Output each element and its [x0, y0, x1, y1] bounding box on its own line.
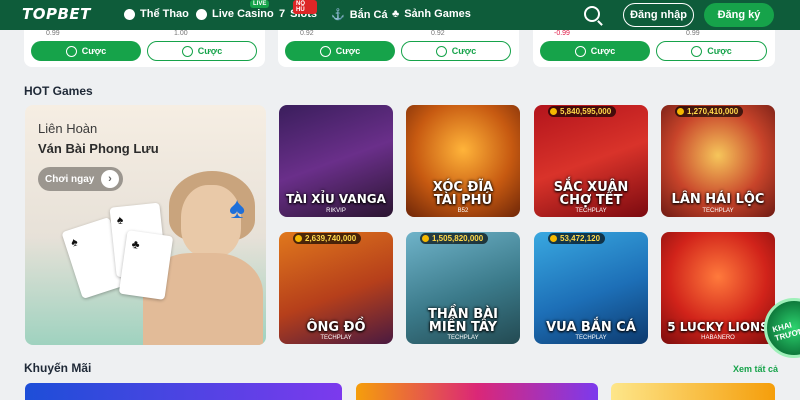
register-button[interactable]: Đăng ký: [704, 3, 774, 27]
bet-label: Cược: [451, 46, 477, 56]
hot-games-title: HOT Games: [24, 84, 93, 98]
jackpot-counter: 5,840,595,000: [548, 106, 617, 117]
coin-icon: [65, 45, 77, 57]
promotion-card[interactable]: [356, 383, 598, 400]
no-hu-badge: NỔ HŨ: [293, 0, 318, 14]
bet-button[interactable]: Cược: [31, 41, 141, 61]
spade-icon: ♠: [116, 212, 124, 228]
coin-icon: [319, 45, 331, 57]
live-badge: LIVE: [250, 0, 270, 8]
coin-icon: [691, 45, 703, 57]
game-name: 5 LUCKY LIONS: [667, 320, 769, 334]
fish-icon: ⚓: [331, 9, 345, 21]
coin-icon: [574, 45, 586, 57]
game-name: VUA BẮN CÁ: [546, 320, 636, 335]
coin-icon: [435, 45, 447, 57]
odd-value: 0.92: [431, 30, 445, 37]
chevron-right-icon: ›: [101, 170, 119, 188]
floating-badge-text: KHAI TRƯƠNG: [771, 320, 800, 343]
promo-line-2: Ván Bài Phong Lưu: [38, 141, 159, 156]
game-tile[interactable]: XÓC ĐĨA TÀI PHÚ B52: [406, 105, 520, 217]
search-icon[interactable]: [584, 6, 600, 22]
bet-button[interactable]: Cược: [147, 41, 257, 61]
promotions-title: Khuyến Mãi: [24, 361, 92, 375]
bet-button[interactable]: Cược: [540, 41, 650, 61]
casino-chip-icon: [196, 8, 207, 20]
odd-value: 1.00: [174, 30, 188, 37]
game-tile[interactable]: 5 LUCKY LIONS HABANERO: [661, 232, 775, 344]
game-tile[interactable]: 53,472,120 VUA BẮN CÁ TECHPLAY: [534, 232, 648, 344]
odd-value: 0.99: [46, 30, 60, 37]
game-provider: TECHPLAY: [447, 335, 479, 341]
odd-value: -0.99: [554, 30, 570, 37]
game-tile[interactable]: TÀI XỈU VANGA RIKVIP: [279, 105, 393, 217]
nav-label: Bắn Cá: [349, 8, 388, 21]
nav-the-thao[interactable]: Thể Thao: [124, 8, 189, 20]
spade-icon: ♠: [229, 192, 245, 225]
game-tile[interactable]: 5,840,595,000 SẮC XUÂN CHỢ TẾT TECHPLAY: [534, 105, 648, 217]
spade-icon: ♠: [68, 234, 80, 250]
promo-banner[interactable]: ♠ ♠ ♣ ♠ Liên Hoàn Ván Bài Phong Lưu Chơi…: [25, 105, 266, 345]
bet-button[interactable]: Cược: [656, 41, 767, 61]
nav-live-casino[interactable]: Live Casino LIVE: [196, 0, 274, 20]
bet-label: Cược: [590, 46, 616, 56]
game-provider: HABANERO: [701, 335, 735, 341]
promo-line-1: Liên Hoàn: [38, 121, 98, 136]
jackpot-counter: 2,639,740,000: [293, 233, 362, 244]
nav-label: Thể Thao: [140, 8, 189, 20]
nav-slots[interactable]: 7 Slots NỔ HŨ: [279, 0, 318, 20]
clover-icon: ♣: [392, 8, 400, 20]
slot-seven-icon: 7: [279, 8, 286, 20]
playing-card: ♣: [118, 230, 174, 300]
game-tile[interactable]: 1,505,820,000 THẦN BÀI MIỀN TÂY TECHPLAY: [406, 232, 520, 344]
nav-ban-ca[interactable]: ⚓ Bắn Cá: [331, 8, 388, 22]
promotion-card[interactable]: [611, 383, 775, 400]
game-provider: TECHPLAY: [320, 335, 352, 341]
top-header: TOPBET Thể Thao Live Casino LIVE 7 Slots…: [0, 0, 800, 30]
game-provider: TECHPLAY: [575, 208, 607, 214]
game-provider: TECHPLAY: [575, 335, 607, 341]
bet-label: Cược: [81, 46, 107, 56]
login-button[interactable]: Đăng nhập: [623, 3, 694, 27]
odd-value: 0.92: [300, 30, 314, 37]
jackpot-counter: 53,472,120: [548, 233, 606, 244]
game-name: CHỢ TẾT: [559, 193, 623, 208]
game-name: LÂN HÁI LỘC: [671, 192, 765, 207]
game-name: TÀI XỈU VANGA: [286, 192, 386, 206]
coin-icon: [181, 45, 193, 57]
bet-button[interactable]: Cược: [401, 41, 511, 61]
nav-sanh-games[interactable]: ♣ Sảnh Games: [392, 8, 471, 20]
game-tile[interactable]: 2,639,740,000 ÔNG ĐỒ TECHPLAY: [279, 232, 393, 344]
logo[interactable]: TOPBET: [22, 5, 91, 23]
game-name: ÔNG ĐỒ: [306, 320, 366, 335]
game-provider: B52: [457, 208, 469, 214]
bet-button[interactable]: Cược: [285, 41, 395, 61]
play-now-label: Chơi ngay: [45, 173, 95, 185]
game-provider: TECHPLAY: [702, 208, 734, 214]
game-name: TÀI PHÚ: [433, 193, 493, 208]
jackpot-counter: 1,505,820,000: [420, 233, 489, 244]
club-icon: ♣: [130, 236, 141, 252]
game-tile[interactable]: 1,270,410,000 LÂN HÁI LỘC TECHPLAY: [661, 105, 775, 217]
odd-value: 0.99: [686, 30, 700, 37]
game-name: MIỀN TÂY: [428, 320, 498, 335]
game-provider: RIKVIP: [326, 208, 346, 214]
nav-label: Live Casino: [212, 8, 274, 20]
bet-label: Cược: [197, 46, 223, 56]
play-now-button[interactable]: Chơi ngay ›: [38, 167, 123, 191]
bet-label: Cược: [335, 46, 361, 56]
bet-label: Cược: [707, 46, 732, 56]
promotion-card[interactable]: [25, 383, 342, 400]
see-all-link[interactable]: Xem tất cả: [733, 364, 778, 374]
jackpot-counter: 1,270,410,000: [675, 106, 744, 117]
nav-label: Sảnh Games: [404, 8, 471, 20]
soccer-ball-icon: [124, 8, 135, 20]
